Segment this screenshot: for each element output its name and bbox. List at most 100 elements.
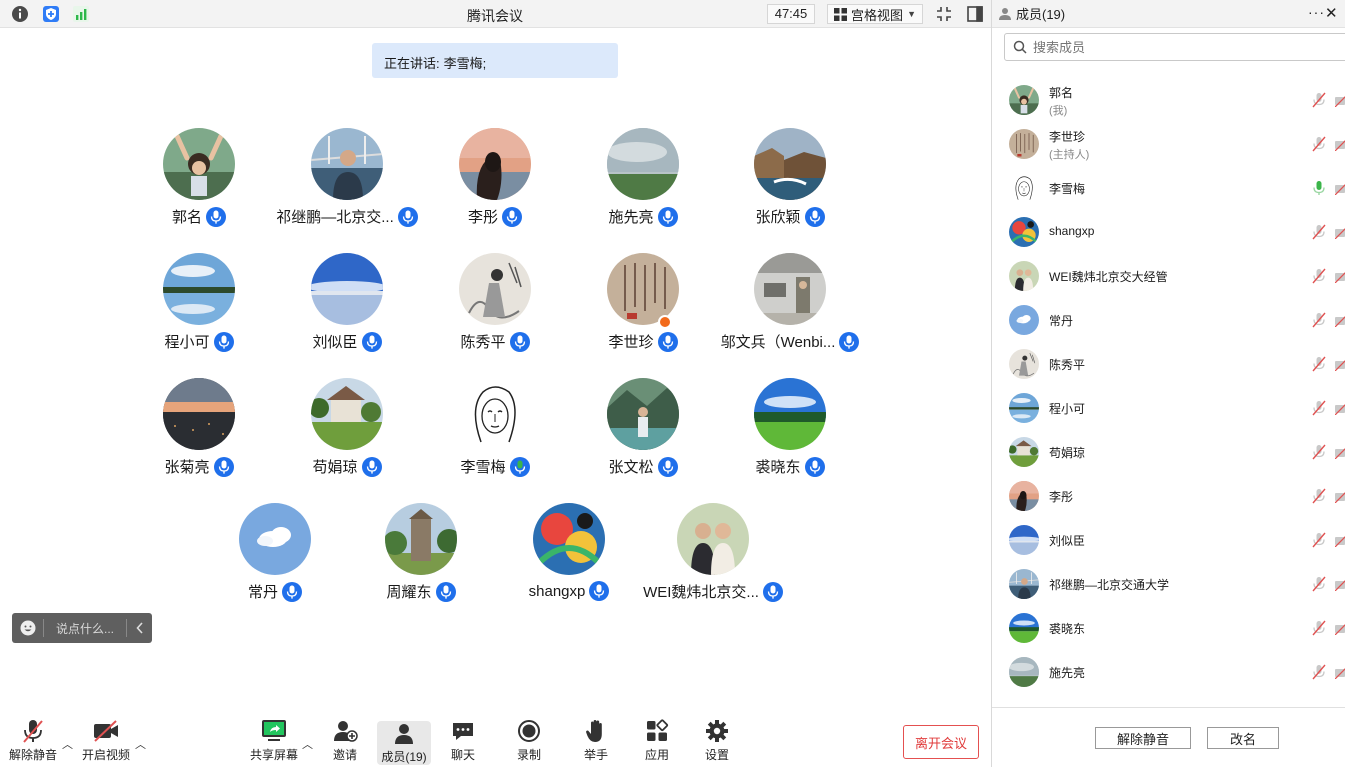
more-options-icon[interactable]: ··· [1308,4,1325,20]
invite-button[interactable]: 邀请 [315,718,375,763]
chat-input-placeholder[interactable]: 说点什么... [44,620,126,637]
mic-muted-icon[interactable] [1312,444,1326,465]
security-shield-icon[interactable] [42,5,60,23]
mic-muted-icon[interactable] [1312,576,1326,597]
member-list: 郭名 (我) 李世珍 (主持人) 李雪梅 shangxp WEI魏炜北京交大经管 常丹 陈秀平程… [992,78,1345,706]
mic-muted-icon[interactable] [1312,532,1326,553]
toggle-sidebar-icon[interactable] [966,5,984,23]
camera-off-icon[interactable] [1334,138,1345,156]
mic-muted-icon[interactable] [1312,312,1326,333]
member-search-box[interactable] [1004,33,1345,61]
mic-muted-icon[interactable] [1312,400,1326,421]
participant-tile[interactable]: 陈秀平 [410,253,580,363]
exit-fullscreen-icon[interactable] [935,5,953,23]
member-avatar [1009,305,1039,335]
view-mode-dropdown[interactable]: 宫格视图 ▼ [827,4,923,24]
collapse-chevron-icon[interactable] [126,619,152,637]
participant-tile[interactable]: 李世珍 [558,253,728,363]
participant-tile[interactable]: 施先亮 [558,128,728,238]
participant-tile[interactable]: 刘似臣 [262,253,432,363]
mic-muted-icon[interactable] [1312,268,1326,289]
participant-avatar [677,503,749,575]
participant-namebar: WEI魏炜北京交... [628,581,798,602]
video-options-chevron-icon[interactable]: ︿ [135,736,146,752]
start-video-button[interactable]: 开启视频 [76,718,136,763]
member-row[interactable]: 陈秀平 [992,342,1345,386]
mic-muted-icon[interactable] [1312,356,1326,377]
member-row[interactable]: WEI魏炜北京交大经管 [992,254,1345,298]
leave-meeting-button[interactable]: 离开会议 [903,725,979,759]
emoji-icon[interactable] [12,619,44,637]
mic-muted-icon[interactable] [1312,136,1326,157]
camera-off-icon[interactable] [1334,446,1345,464]
member-row[interactable]: shangxp [992,210,1345,254]
apps-button[interactable]: 应用 [627,718,687,763]
participant-avatar [607,253,679,325]
member-row[interactable]: 刘似臣 [992,518,1345,562]
member-row[interactable]: 李彤 [992,474,1345,518]
mic-muted-icon[interactable] [1312,224,1326,245]
raise-hand-button[interactable]: 举手 [566,718,626,763]
camera-off-icon[interactable] [1334,666,1345,684]
participant-tile[interactable]: 张菊亮 [114,378,284,488]
member-row[interactable]: 常丹 [992,298,1345,342]
members-panel: 成员(19) ··· ✕ 郭名 (我) 李世珍 (主持人) 李雪梅 shangxp WEI魏… [991,0,1345,767]
members-button[interactable]: 成员(19) [377,721,431,765]
camera-off-icon[interactable] [1334,94,1345,112]
participant-tile[interactable]: 周耀东 [336,503,506,613]
participant-tile[interactable]: 程小可 [114,253,284,363]
mic-muted-icon[interactable] [1312,664,1326,685]
participant-tile[interactable]: 郭名 [114,128,284,238]
camera-off-icon[interactable] [1334,490,1345,508]
camera-off-icon[interactable] [1334,314,1345,332]
camera-off-icon[interactable] [1334,578,1345,596]
quick-chat-bar[interactable]: 说点什么... [12,613,152,643]
unmute-all-button[interactable]: 解除静音 [1095,727,1191,749]
member-row[interactable]: 李世珍 (主持人) [992,122,1345,166]
member-row[interactable]: 裘晓东 [992,606,1345,650]
participant-tile[interactable]: 张文松 [558,378,728,488]
mic-muted-icon[interactable] [1312,620,1326,641]
member-row[interactable]: 祁继鹏—北京交通大学 [992,562,1345,606]
participant-avatar [533,503,605,575]
mic-icon [657,331,678,352]
member-row[interactable]: 程小可 [992,386,1345,430]
mic-active-icon[interactable] [1312,180,1326,201]
camera-off-icon[interactable] [1334,358,1345,376]
mic-muted-icon[interactable] [1312,92,1326,113]
mic-muted-icon[interactable] [1312,488,1326,509]
member-row[interactable]: 苟娟琼 [992,430,1345,474]
audio-options-chevron-icon[interactable]: ︿ [62,736,73,752]
member-search-input[interactable] [1033,39,1333,55]
participant-tile[interactable]: WEI魏炜北京交... [628,503,798,613]
participant-tile[interactable]: 祁继鹏—北京交... [262,128,432,238]
participant-tile[interactable]: 张欣颖 [705,128,875,238]
camera-off-icon[interactable] [1334,182,1345,200]
camera-off-icon[interactable] [1334,270,1345,288]
close-icon[interactable]: ✕ [1325,4,1338,22]
chat-button[interactable]: 聊天 [433,718,493,763]
camera-off-icon[interactable] [1334,534,1345,552]
member-row[interactable]: 李雪梅 [992,166,1345,210]
camera-off-icon[interactable] [1334,402,1345,420]
settings-button[interactable]: 设置 [687,718,747,763]
participant-tile[interactable]: 邬文兵（Wenbi... [705,253,875,363]
chat-label: 聊天 [450,748,475,762]
participant-tile[interactable]: 裘晓东 [705,378,875,488]
camera-off-icon[interactable] [1334,226,1345,244]
member-row[interactable]: 施先亮 [992,650,1345,694]
participant-tile[interactable]: 常丹 [190,503,360,613]
participant-tile[interactable]: 李彤 [410,128,580,238]
info-icon[interactable] [11,5,29,23]
participant-tile[interactable]: 苟娟琼 [262,378,432,488]
unmute-button[interactable]: 解除静音 [3,718,63,763]
network-signal-icon[interactable] [72,5,90,23]
participant-tile[interactable]: 李雪梅 [410,378,580,488]
camera-off-icon[interactable] [1334,622,1345,640]
share-screen-button[interactable]: 共享屏幕 [244,718,304,763]
participant-avatar [459,378,531,450]
share-options-chevron-icon[interactable]: ︿ [302,736,313,752]
rename-button[interactable]: 改名 [1207,727,1279,749]
member-row[interactable]: 郭名 (我) [992,78,1345,122]
record-button[interactable]: 录制 [499,718,559,763]
